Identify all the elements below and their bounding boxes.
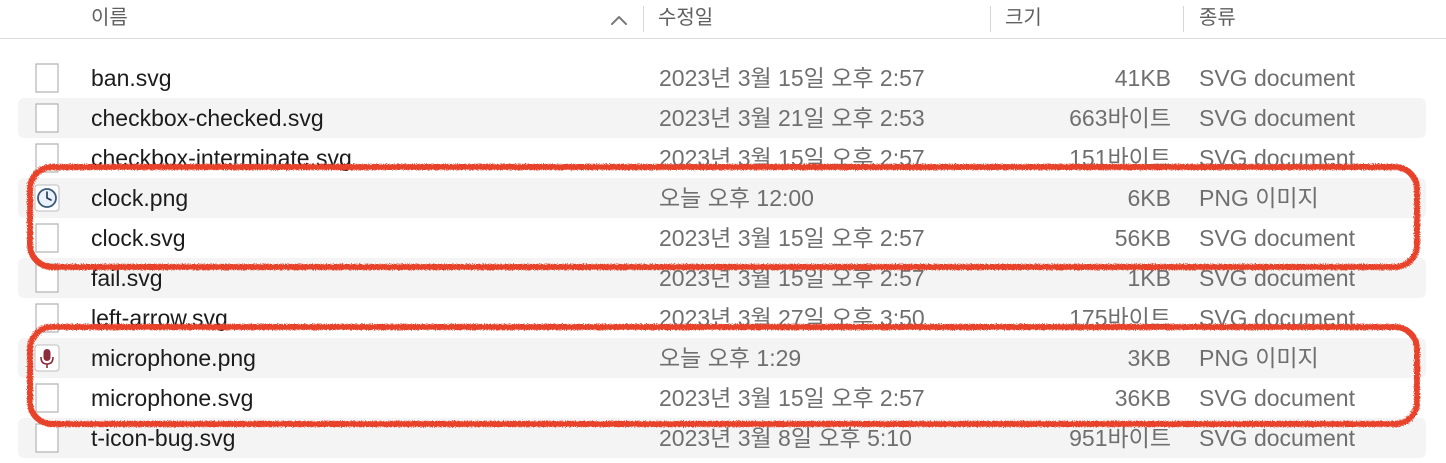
- file-name: ban.svg: [91, 65, 172, 91]
- file-size: 175바이트: [1069, 305, 1171, 331]
- file-kind: PNG 이미지: [1199, 345, 1319, 371]
- file-size: 56KB: [1114, 225, 1171, 251]
- file-modified-date: 2023년 3월 15일 오후 2:57: [659, 385, 925, 411]
- file-name: checkbox-interminate.svg: [91, 145, 352, 171]
- document-icon: [34, 62, 60, 94]
- file-modified-date: 오늘 오후 12:00: [659, 185, 814, 211]
- column-header-kind[interactable]: 종류: [1199, 0, 1236, 38]
- file-kind: SVG document: [1199, 425, 1355, 451]
- document-icon: [34, 102, 60, 134]
- file-modified-date: 2023년 3월 15일 오후 2:57: [659, 225, 925, 251]
- file-modified-date: 2023년 3월 27일 오후 3:50: [659, 305, 925, 331]
- file-row[interactable]: microphone.svg 2023년 3월 15일 오후 2:57 36KB SV…: [18, 378, 1426, 418]
- file-name: microphone.png: [91, 345, 256, 371]
- file-modified-date: 2023년 3월 15일 오후 2:57: [659, 145, 925, 171]
- file-kind: SVG document: [1199, 225, 1355, 251]
- file-size: 951바이트: [1069, 425, 1171, 451]
- document-icon: [34, 222, 60, 254]
- column-divider[interactable]: [990, 6, 991, 32]
- file-kind: SVG document: [1199, 385, 1355, 411]
- file-size: 36KB: [1114, 385, 1171, 411]
- column-divider[interactable]: [1183, 6, 1184, 32]
- document-icon: [34, 262, 60, 294]
- document-icon: [34, 142, 60, 174]
- file-name: clock.png: [91, 185, 189, 211]
- document-icon: [34, 382, 60, 414]
- file-size: 663바이트: [1069, 105, 1171, 131]
- column-header: 이름 수정일 크기 종류: [0, 0, 1446, 39]
- clock-image-icon: [34, 182, 60, 214]
- file-row[interactable]: t-icon-bug.svg 2023년 3월 8일 오후 5:10 951바이트 S…: [18, 418, 1426, 458]
- file-modified-date: 2023년 3월 15일 오후 2:57: [659, 65, 925, 91]
- file-modified-date: 2023년 3월 21일 오후 2:53: [659, 105, 925, 131]
- file-size: 6KB: [1127, 185, 1171, 211]
- file-name: fail.svg: [91, 265, 163, 291]
- file-name: checkbox-checked.svg: [91, 105, 324, 131]
- file-name: t-icon-bug.svg: [91, 425, 236, 451]
- file-row[interactable]: left-arrow.svg 2023년 3월 27일 오후 3:50 175바이트…: [18, 298, 1426, 338]
- file-row[interactable]: ban.svg 2023년 3월 15일 오후 2:57 41KB SVG docum…: [18, 58, 1426, 98]
- document-icon: [34, 422, 60, 454]
- file-row[interactable]: microphone.png 오늘 오후 1:29 3KB PNG 이미지: [18, 338, 1426, 378]
- file-name: clock.svg: [91, 225, 186, 251]
- file-kind: SVG document: [1199, 105, 1355, 131]
- file-size: 41KB: [1114, 65, 1171, 91]
- file-modified-date: 오늘 오후 1:29: [659, 345, 802, 371]
- sort-ascending-icon[interactable]: [608, 10, 630, 30]
- file-row[interactable]: checkbox-interminate.svg 2023년 3월 15일 오후 …: [18, 138, 1426, 178]
- file-kind: SVG document: [1199, 265, 1355, 291]
- file-modified-date: 2023년 3월 8일 오후 5:10: [659, 425, 912, 451]
- file-kind: SVG document: [1199, 305, 1355, 331]
- column-header-date[interactable]: 수정일: [658, 0, 713, 38]
- column-header-name[interactable]: 이름: [91, 0, 128, 38]
- file-size: 151바이트: [1069, 145, 1171, 171]
- file-row[interactable]: checkbox-checked.svg 2023년 3월 21일 오후 2:53…: [18, 98, 1426, 138]
- file-kind: SVG document: [1199, 145, 1355, 171]
- file-kind: PNG 이미지: [1199, 185, 1319, 211]
- file-row[interactable]: fail.svg 2023년 3월 15일 오후 2:57 1KB SVG docum…: [18, 258, 1426, 298]
- file-name: left-arrow.svg: [91, 305, 228, 331]
- file-row[interactable]: clock.svg 2023년 3월 15일 오후 2:57 56KB SVG doc…: [18, 218, 1426, 258]
- file-size: 3KB: [1127, 345, 1171, 371]
- microphone-image-icon: [34, 342, 60, 374]
- file-kind: SVG document: [1199, 65, 1355, 91]
- file-modified-date: 2023년 3월 15일 오후 2:57: [659, 265, 925, 291]
- column-header-size[interactable]: 크기: [1005, 0, 1042, 38]
- column-divider[interactable]: [643, 6, 644, 32]
- file-name: microphone.svg: [91, 385, 254, 411]
- file-size: 1KB: [1127, 265, 1171, 291]
- file-row[interactable]: clock.png 오늘 오후 12:00 6KB PNG 이미지: [18, 178, 1426, 218]
- document-icon: [34, 302, 60, 334]
